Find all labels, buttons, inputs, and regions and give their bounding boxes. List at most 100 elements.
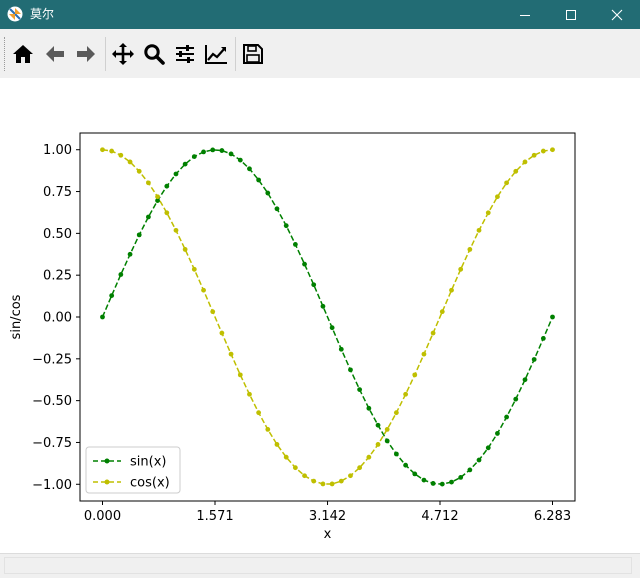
data-point xyxy=(320,481,326,487)
data-point xyxy=(210,309,216,315)
data-point xyxy=(393,451,399,457)
y-tick-label: −0.50 xyxy=(32,394,72,409)
data-point xyxy=(136,168,142,174)
data-point xyxy=(219,148,225,153)
move-icon xyxy=(112,43,134,65)
home-button[interactable] xyxy=(10,41,36,67)
data-point xyxy=(338,478,344,484)
minimize-button[interactable] xyxy=(502,0,548,29)
data-point xyxy=(458,266,464,272)
data-point xyxy=(164,183,170,189)
data-point xyxy=(283,223,289,229)
data-point xyxy=(164,210,170,216)
data-point xyxy=(348,367,353,373)
data-point xyxy=(182,247,188,252)
data-point xyxy=(449,287,454,293)
data-point xyxy=(522,159,528,165)
data-point xyxy=(265,190,271,196)
subplots-button[interactable] xyxy=(172,41,198,67)
x-tick-label: 4.712 xyxy=(421,509,458,524)
zoom-button[interactable] xyxy=(141,41,167,67)
minimize-icon xyxy=(520,14,530,16)
data-point xyxy=(118,272,124,277)
plot-svg: 0.000 1.571 3.142 4.712 6.283 1.00 0.75 0.50 0.2… xyxy=(9,132,576,542)
data-point xyxy=(292,242,298,247)
toolbar xyxy=(0,29,640,78)
data-point xyxy=(127,159,133,165)
data-point xyxy=(439,309,445,315)
x-tick-label: 6.283 xyxy=(534,509,571,524)
data-point xyxy=(467,467,473,473)
data-point xyxy=(421,351,427,357)
data-point xyxy=(458,475,464,480)
data-point xyxy=(504,180,509,186)
legend-label-sin: sin(x) xyxy=(130,455,166,470)
data-point xyxy=(146,214,151,220)
data-point xyxy=(283,454,289,460)
legend: sin(x) cos(x) xyxy=(85,446,181,494)
data-point xyxy=(348,473,353,479)
data-point xyxy=(421,477,427,483)
pan-button[interactable] xyxy=(110,41,136,67)
data-point xyxy=(302,261,307,267)
maximize-button[interactable] xyxy=(548,0,594,29)
data-point xyxy=(476,457,482,463)
save-button[interactable] xyxy=(240,41,266,67)
data-point xyxy=(201,149,206,155)
close-button[interactable] xyxy=(594,0,640,29)
toolbar-separator xyxy=(235,37,236,71)
back-button[interactable] xyxy=(42,41,68,67)
data-point xyxy=(522,377,528,383)
data-point xyxy=(228,351,234,357)
y-tick-label: 1.00 xyxy=(43,143,72,158)
title-bar: 莫尔 xyxy=(0,0,640,29)
axes-button[interactable] xyxy=(203,41,229,67)
data-point xyxy=(439,481,445,487)
data-point xyxy=(274,206,280,212)
data-point xyxy=(100,314,105,320)
arrow-left-icon xyxy=(46,46,64,62)
data-point xyxy=(366,405,372,411)
data-point xyxy=(375,442,381,447)
data-point xyxy=(550,314,555,320)
data-point xyxy=(247,166,252,172)
y-tick-label: 0.75 xyxy=(43,185,72,200)
legend-label-cos: cos(x) xyxy=(130,476,170,491)
data-point xyxy=(476,227,482,233)
data-point xyxy=(403,462,409,468)
data-point xyxy=(274,442,280,447)
data-point xyxy=(329,325,335,331)
data-point xyxy=(109,148,115,154)
data-point xyxy=(311,478,317,484)
arrow-right-icon xyxy=(77,46,95,62)
sliders-icon xyxy=(176,45,194,63)
data-point xyxy=(485,445,491,451)
legend-marker-sin xyxy=(104,458,110,464)
y-tick-label: 0.50 xyxy=(43,227,72,242)
floppy-disk-icon xyxy=(243,44,263,64)
status-message-area xyxy=(4,557,632,574)
close-icon xyxy=(611,9,623,20)
y-tick-label: −0.25 xyxy=(32,352,72,367)
figure-canvas[interactable]: 0.000 1.571 3.142 4.712 6.283 1.00 0.75 0.50 0.2… xyxy=(0,78,640,553)
y-tick-label: 0.00 xyxy=(43,311,72,326)
series-line-sin xyxy=(101,149,554,485)
data-point xyxy=(146,180,151,186)
data-point xyxy=(292,465,298,471)
data-point xyxy=(430,330,436,336)
data-point xyxy=(237,372,243,378)
y-axis-label: sin/cos xyxy=(9,294,24,339)
forward-button[interactable] xyxy=(73,41,99,67)
data-point xyxy=(109,293,115,298)
maximize-icon xyxy=(566,9,576,20)
data-point xyxy=(100,147,105,153)
x-axis-label: x xyxy=(324,527,332,542)
window-title: 莫尔 xyxy=(30,7,55,21)
data-point xyxy=(155,194,160,200)
toolbar-grip[interactable] xyxy=(4,37,7,71)
data-point xyxy=(485,210,491,216)
data-point xyxy=(412,471,418,477)
data-point xyxy=(228,151,234,157)
data-point xyxy=(237,157,243,163)
data-point xyxy=(247,391,252,397)
